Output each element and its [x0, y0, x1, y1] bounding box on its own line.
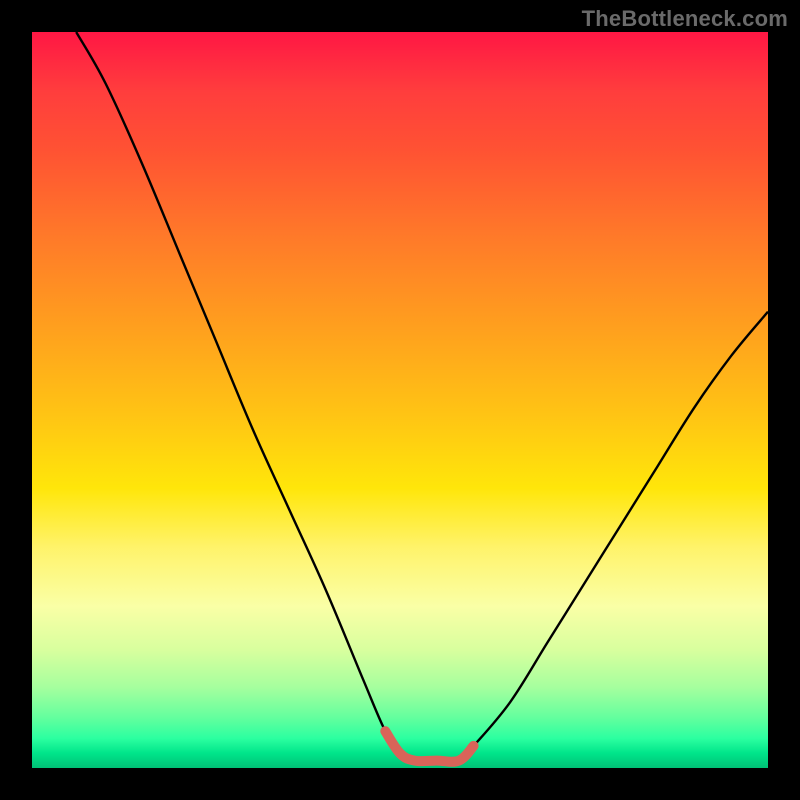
watermark-text: TheBottleneck.com — [582, 6, 788, 32]
plot-area — [32, 32, 768, 768]
bottleneck-curve-path — [76, 32, 768, 762]
chart-frame: TheBottleneck.com — [0, 0, 800, 800]
optimal-band-path — [385, 731, 473, 762]
chart-svg — [32, 32, 768, 768]
